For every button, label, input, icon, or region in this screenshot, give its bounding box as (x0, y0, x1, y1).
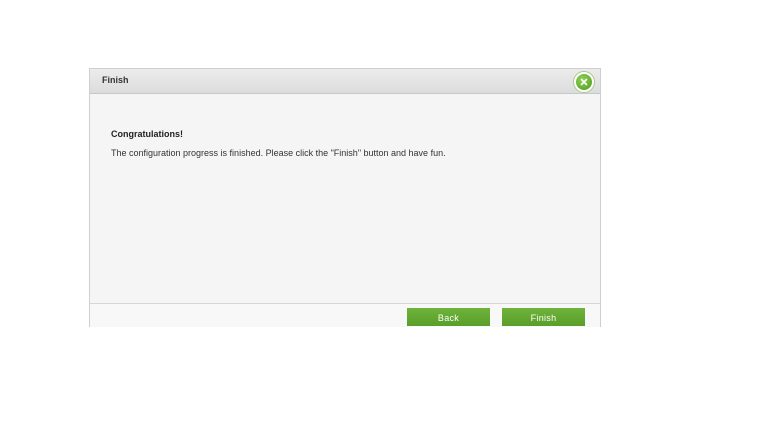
dialog-footer: Back Finish (90, 303, 600, 327)
close-x-icon (576, 74, 592, 90)
dialog-title: Finish (102, 75, 129, 85)
finish-dialog: Finish Congratulations! The configuratio… (89, 68, 601, 327)
dialog-header: Finish (90, 69, 600, 94)
close-button[interactable] (573, 71, 595, 93)
finish-button[interactable]: Finish (502, 308, 585, 326)
congratulations-heading: Congratulations! (111, 129, 183, 139)
back-button[interactable]: Back (407, 308, 490, 326)
dialog-body: Congratulations! The configuration progr… (90, 94, 600, 303)
completion-message: The configuration progress is finished. … (111, 148, 446, 158)
